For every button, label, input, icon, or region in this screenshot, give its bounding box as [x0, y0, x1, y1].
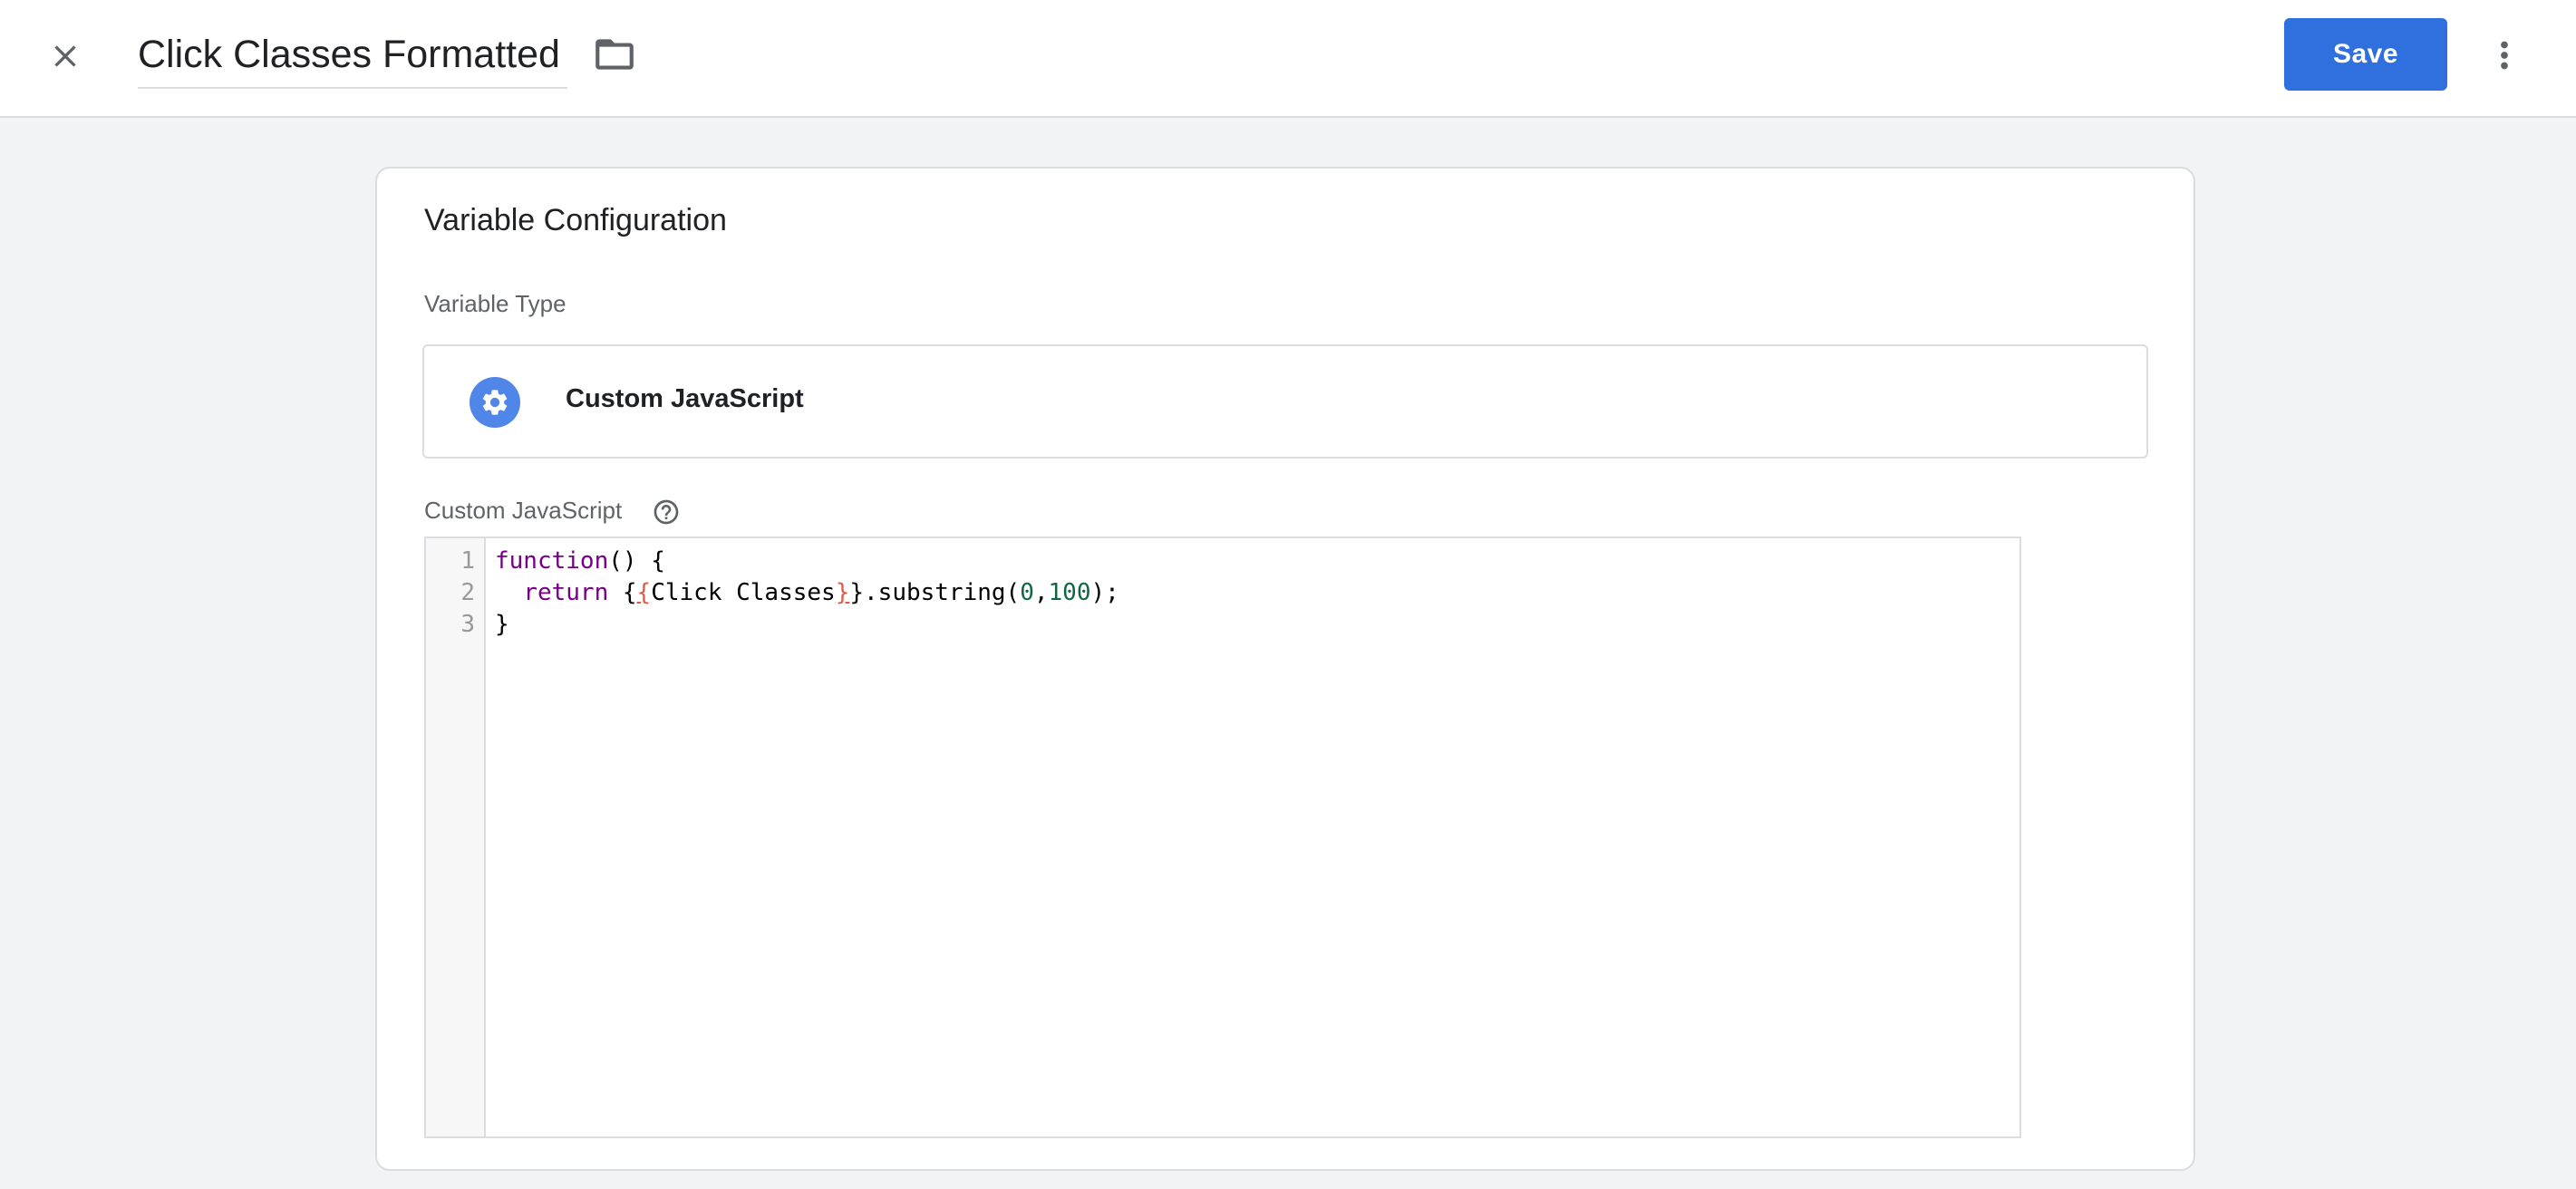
- line-number: 3: [460, 611, 475, 638]
- code-editor[interactable]: 123 function() { return {{Click Classes}…: [424, 536, 2021, 1138]
- variable-type-selector[interactable]: Custom JavaScript: [422, 344, 2148, 459]
- code-token: }.substring(: [849, 579, 1021, 606]
- code-token: return: [523, 579, 609, 606]
- variable-name-field[interactable]: Click Classes Formatted: [138, 24, 567, 89]
- variable-configuration-card: Variable Configuration Variable Type Cus…: [375, 167, 2195, 1171]
- card-title: Variable Configuration: [424, 203, 727, 237]
- variable-type-name: Custom JavaScript: [566, 384, 804, 413]
- code-token: Click Classes: [651, 579, 836, 606]
- code-line: function() {: [495, 546, 665, 577]
- close-button[interactable]: [34, 25, 96, 87]
- code-token: );: [1090, 579, 1119, 606]
- code-line: return {{Click Classes}}.substring(0,100…: [495, 577, 1119, 609]
- variable-type-label: Variable Type: [424, 290, 567, 317]
- folder-icon: [596, 39, 634, 70]
- line-number-gutter: 1 2 3: [426, 538, 486, 1136]
- code-token: 100: [1048, 579, 1091, 606]
- code-token: 0: [1020, 579, 1034, 606]
- code-token: }: [495, 611, 509, 638]
- line-number: 1: [460, 547, 475, 575]
- code-line: }: [495, 609, 509, 641]
- more-vert-icon: [2501, 41, 2508, 70]
- page-title: Click Classes Formatted: [138, 33, 560, 76]
- code-token: () {: [608, 547, 665, 575]
- code-token: function: [495, 547, 609, 575]
- line-number: 2: [460, 579, 475, 606]
- folder-button[interactable]: [587, 27, 642, 82]
- code-token: {: [636, 579, 652, 606]
- code-token: ,: [1033, 579, 1049, 606]
- custom-javascript-label: Custom JavaScript: [424, 497, 623, 524]
- save-button[interactable]: Save: [2284, 18, 2447, 91]
- code-token: }: [835, 579, 850, 606]
- top-header: Click Classes Formatted Save: [0, 0, 2576, 118]
- more-options-button[interactable]: [2482, 27, 2527, 83]
- close-icon: [54, 45, 76, 67]
- gear-icon: [470, 377, 520, 428]
- code-token: {: [608, 579, 637, 606]
- help-icon[interactable]: [651, 497, 682, 527]
